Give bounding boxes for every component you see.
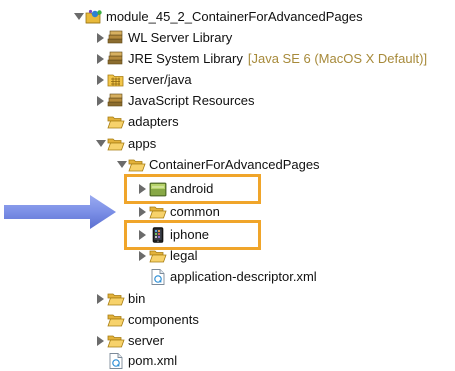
- tree-item-android[interactable]: android: [137, 178, 213, 199]
- tree-item-server[interactable]: server: [95, 330, 164, 351]
- folder-icon: [107, 312, 125, 328]
- tree-item-label: adapters: [128, 113, 179, 129]
- tree-item-label: WL Server Library: [128, 29, 233, 45]
- tree-item-label: apps: [128, 135, 157, 151]
- tree-item-adapters[interactable]: adapters: [95, 111, 179, 132]
- iphone-folder-icon: [149, 226, 167, 243]
- tree-item-label: iphone: [170, 226, 210, 242]
- tree-item-label: pom.xml: [128, 352, 178, 368]
- collapsed-triangle-icon[interactable]: [137, 228, 148, 242]
- library-icon: [107, 93, 125, 109]
- xml-file-icon: [149, 268, 167, 285]
- eclipse-project-icon: [85, 9, 103, 25]
- tree-item-common[interactable]: common: [137, 201, 220, 222]
- tree-item-components[interactable]: components: [95, 309, 199, 330]
- collapsed-triangle-icon[interactable]: [137, 182, 148, 196]
- jre-version-decoration: [Java SE 6 (MacOS X Default)]: [247, 50, 428, 66]
- tree-item-iphone[interactable]: iphone: [137, 224, 209, 245]
- source-folder-icon: [107, 72, 125, 88]
- folder-icon: [107, 333, 125, 349]
- folder-icon: [107, 291, 125, 307]
- tree-item-label: JavaScript Resources: [128, 92, 255, 108]
- collapsed-triangle-icon[interactable]: [95, 94, 106, 108]
- folder-open-icon: [107, 114, 125, 130]
- collapsed-triangle-icon[interactable]: [95, 334, 106, 348]
- tree-item-label: JRE System Library: [128, 50, 243, 66]
- tree-item-label: application-descriptor.xml: [170, 268, 317, 284]
- folder-open-icon: [128, 157, 146, 173]
- collapsed-triangle-icon[interactable]: [95, 73, 106, 87]
- collapsed-triangle-icon[interactable]: [95, 31, 106, 45]
- expanded-triangle-icon[interactable]: [116, 158, 127, 172]
- tree-item-label: common: [170, 203, 220, 219]
- tree-item-label: components: [128, 311, 199, 327]
- tree-item-server-java[interactable]: server/java: [95, 69, 192, 90]
- tree-item-label: server/java: [128, 71, 192, 87]
- expanded-triangle-icon[interactable]: [95, 137, 106, 151]
- tree-item-wl-server-library[interactable]: WL Server Library: [95, 27, 232, 48]
- collapsed-triangle-icon[interactable]: [137, 205, 148, 219]
- tree-item-apps[interactable]: apps: [95, 133, 156, 154]
- tree-item-legal[interactable]: legal: [137, 245, 197, 266]
- callout-arrow-icon: [4, 195, 116, 232]
- tree-item-label: bin: [128, 290, 146, 306]
- library-icon: [107, 51, 125, 67]
- folder-icon: [149, 204, 167, 220]
- tree-item-pom-xml[interactable]: pom.xml: [95, 350, 177, 371]
- tree-item-label: ContainerForAdvancedPages: [149, 156, 320, 172]
- tree-item-label: legal: [170, 247, 198, 263]
- folder-open-icon: [107, 136, 125, 152]
- tree-item-bin[interactable]: bin: [95, 288, 145, 309]
- collapsed-triangle-icon[interactable]: [137, 249, 148, 263]
- android-folder-icon: [149, 181, 167, 197]
- expanded-triangle-icon[interactable]: [73, 10, 84, 24]
- tree-item-project[interactable]: module_45_2_ContainerForAdvancedPages: [73, 6, 363, 27]
- collapsed-triangle-icon[interactable]: [95, 292, 106, 306]
- library-icon: [107, 30, 125, 46]
- tree-item-label: android: [170, 180, 214, 196]
- collapsed-triangle-icon[interactable]: [95, 52, 106, 66]
- tree-item-label: server: [128, 332, 165, 348]
- tree-item-containerforadvancedpages[interactable]: ContainerForAdvancedPages: [116, 154, 320, 175]
- xml-file-icon: [107, 352, 125, 369]
- tree-item-label: module_45_2_ContainerForAdvancedPages: [106, 8, 363, 24]
- project-explorer-tree: module_45_2_ContainerForAdvancedPages WL…: [0, 0, 455, 370]
- tree-item-javascript-resources[interactable]: JavaScript Resources: [95, 90, 254, 111]
- tree-item-application-descriptor[interactable]: application-descriptor.xml: [137, 266, 317, 287]
- tree-item-jre-system-library[interactable]: JRE System Library [Java SE 6 (MacOS X D…: [95, 48, 427, 69]
- folder-icon: [149, 248, 167, 264]
